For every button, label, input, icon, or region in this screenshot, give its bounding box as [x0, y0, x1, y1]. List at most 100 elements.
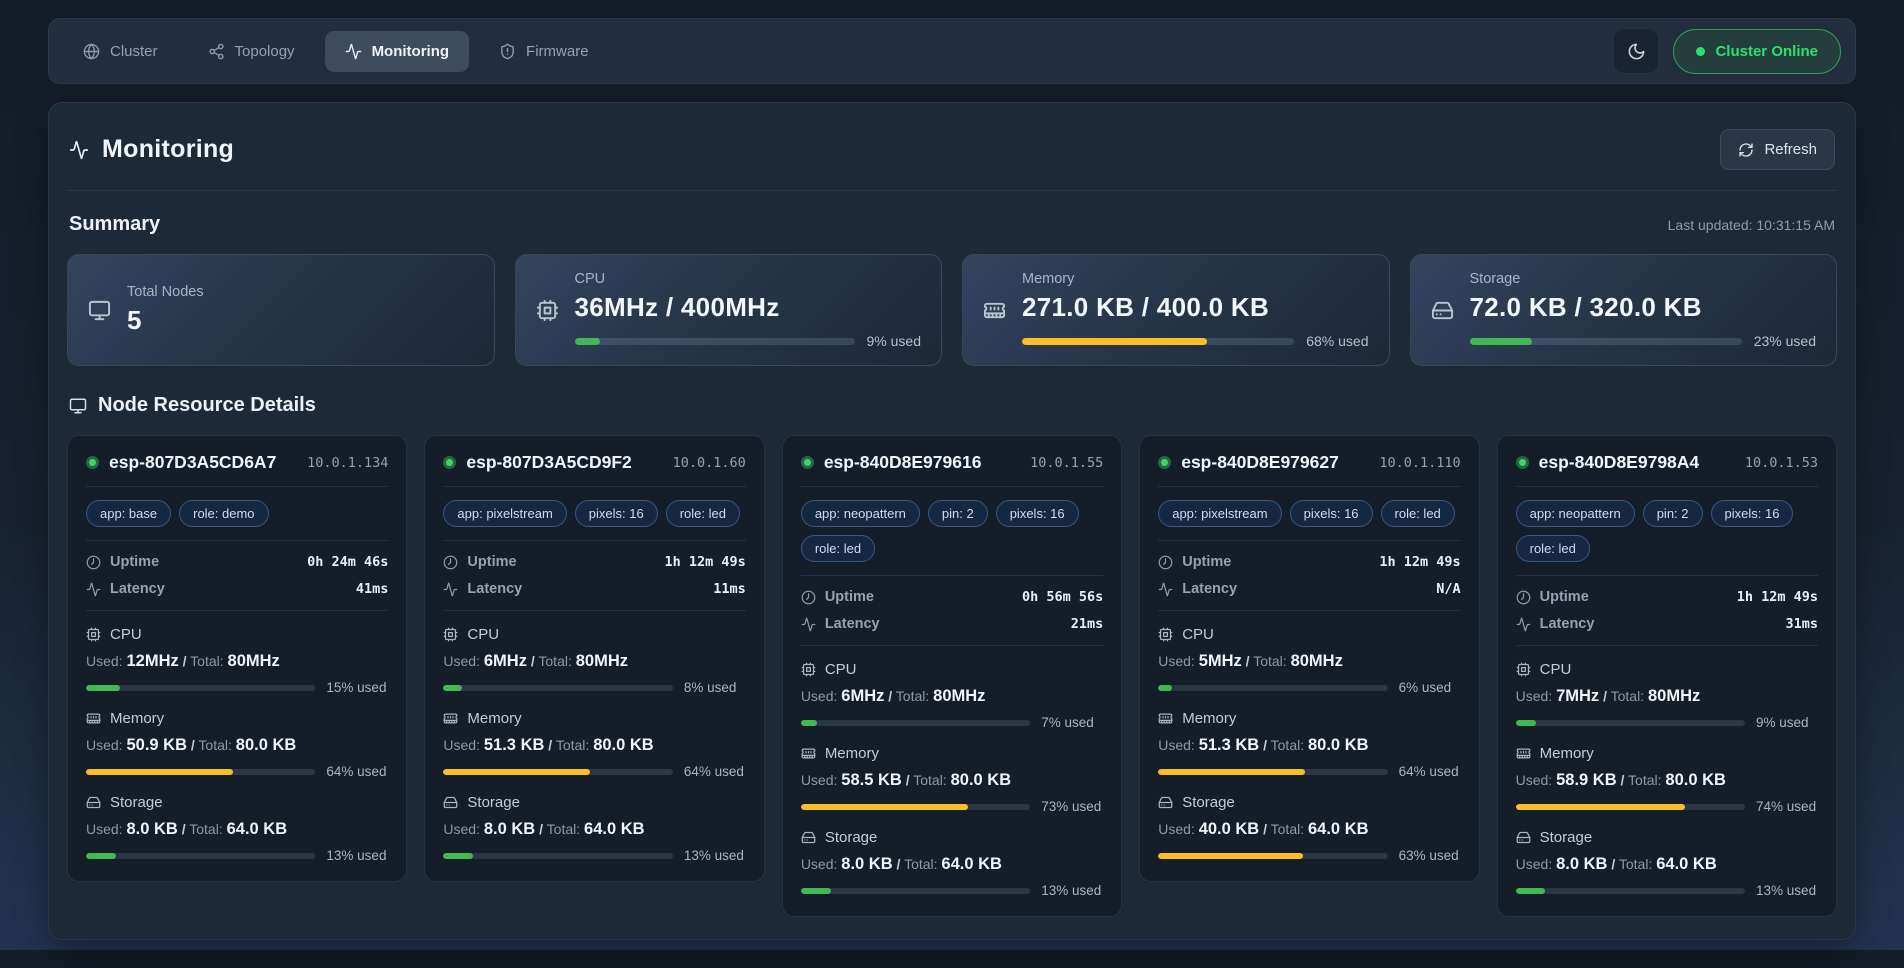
percent-used-label: 7% used	[1041, 715, 1103, 730]
percent-used-label: 9% used	[867, 333, 921, 349]
total-value: 80MHz	[933, 687, 985, 705]
node-ip: 10.0.1.53	[1745, 455, 1818, 471]
percent-used-label: 13% used	[1041, 883, 1103, 898]
theme-toggle-button[interactable]	[1613, 28, 1659, 74]
resource-memory: Memory Used: 58.9 KB / Total: 80.0 KB 74…	[1516, 745, 1818, 814]
latency-row: Latency 31ms	[1516, 616, 1818, 632]
used-value: 6MHz	[484, 652, 527, 670]
node-tag: pixels: 16	[1711, 500, 1794, 527]
node-card-header: esp-807D3A5CD9F2 10.0.1.60	[443, 452, 745, 473]
latency-label: Latency	[825, 616, 880, 632]
total-label: Total:	[556, 737, 589, 753]
summary-card-progress: 9% used	[575, 333, 922, 349]
nav-tab-monitoring[interactable]: Monitoring	[325, 31, 469, 72]
resource-name: CPU	[467, 626, 499, 643]
uptime-value: 1h 12m 49s	[1379, 554, 1460, 570]
progress-fill	[443, 769, 590, 775]
node-card-header: esp-840D8E9798A4 10.0.1.53	[1516, 452, 1818, 473]
node-name: esp-807D3A5CD9F2	[466, 452, 631, 473]
resource-name: Storage	[467, 794, 520, 811]
memory-icon	[983, 299, 1006, 322]
resource-cpu: CPU Used: 12MHz / Total: 80MHz 15% used	[86, 626, 388, 695]
nav-tab-topology[interactable]: Topology	[188, 31, 315, 72]
total-label: Total:	[896, 688, 929, 704]
node-card-header: esp-840D8E979627 10.0.1.110	[1158, 452, 1460, 473]
memory-icon	[801, 746, 816, 761]
total-value: 64.0 KB	[1656, 855, 1717, 873]
resource-memory: Memory Used: 51.3 KB / Total: 80.0 KB 64…	[1158, 710, 1460, 779]
nav-tab-label: Firmware	[526, 43, 589, 60]
uptime-value: 0h 24m 46s	[307, 554, 388, 570]
progress-fill	[1470, 338, 1533, 345]
nav-tab-firmware[interactable]: Firmware	[479, 31, 609, 72]
total-label: Total:	[1611, 688, 1644, 704]
activity-icon	[345, 43, 362, 60]
used-label: Used:	[443, 653, 480, 669]
latency-label: Latency	[467, 581, 522, 597]
percent-used-label: 6% used	[1399, 680, 1461, 695]
percent-used-label: 64% used	[326, 764, 388, 779]
uptime-label: Uptime	[1540, 589, 1589, 605]
activity-icon	[1158, 582, 1173, 597]
percent-used-label: 13% used	[326, 848, 388, 863]
used-value: 58.5 KB	[841, 771, 902, 789]
total-label: Total:	[1628, 772, 1661, 788]
cluster-status-badge[interactable]: Cluster Online	[1673, 29, 1841, 74]
used-label: Used:	[86, 653, 123, 669]
used-value: 50.9 KB	[126, 736, 187, 754]
node-ip: 10.0.1.60	[673, 455, 746, 471]
used-label: Used:	[801, 856, 838, 872]
cpu-icon	[1516, 662, 1531, 677]
node-ip: 10.0.1.134	[307, 455, 388, 471]
cpu-icon	[536, 299, 559, 322]
used-value: 7MHz	[1556, 687, 1599, 705]
resource-storage: Storage Used: 8.0 KB / Total: 64.0 KB 13…	[86, 794, 388, 863]
progress-track	[801, 804, 1030, 810]
storage-icon	[1431, 299, 1454, 322]
node-tag: app: neopattern	[801, 500, 920, 527]
usage-separator: /	[888, 688, 892, 704]
node-online-dot-icon	[1158, 456, 1171, 469]
progress-fill	[1022, 338, 1207, 345]
total-value: 64.0 KB	[1308, 820, 1369, 838]
summary-card-memory: Memory 271.0 KB / 400.0 KB 68% used	[962, 254, 1390, 366]
divider	[443, 486, 745, 487]
total-value: 80.0 KB	[1665, 771, 1726, 789]
used-label: Used:	[801, 688, 838, 704]
node-card: esp-840D8E979627 10.0.1.110 app: pixelst…	[1139, 435, 1479, 882]
node-tag: role: led	[801, 535, 875, 562]
node-grid: esp-807D3A5CD6A7 10.0.1.134 app: baserol…	[67, 435, 1837, 917]
progress-fill	[86, 769, 233, 775]
total-value: 80.0 KB	[1308, 736, 1369, 754]
uptime-label: Uptime	[1182, 554, 1231, 570]
divider	[801, 486, 1103, 487]
node-online-dot-icon	[443, 456, 456, 469]
progress-fill	[801, 888, 831, 894]
storage-icon	[1158, 795, 1173, 810]
summary-card-total-nodes: Total Nodes 5	[67, 254, 495, 366]
usage-separator: /	[1611, 856, 1615, 872]
uptime-value: 0h 56m 56s	[1022, 589, 1103, 605]
total-value: 80MHz	[1648, 687, 1700, 705]
node-stats: Uptime 1h 12m 49s Latency N/A	[1158, 554, 1460, 597]
nav-tab-cluster[interactable]: Cluster	[63, 31, 178, 72]
cluster-status-label: Cluster Online	[1715, 43, 1818, 60]
node-tag: pixels: 16	[575, 500, 658, 527]
used-value: 8.0 KB	[126, 820, 177, 838]
node-card: esp-807D3A5CD6A7 10.0.1.134 app: baserol…	[67, 435, 407, 882]
topology-icon	[208, 43, 225, 60]
progress-fill	[575, 338, 600, 345]
resource-memory: Memory Used: 58.5 KB / Total: 80.0 KB 73…	[801, 745, 1103, 814]
latency-row: Latency 11ms	[443, 581, 745, 597]
usage-separator: /	[1621, 772, 1625, 788]
page-title-text: Monitoring	[102, 135, 234, 164]
progress-track	[1516, 720, 1745, 726]
node-online-dot-icon	[1516, 456, 1529, 469]
total-label: Total:	[198, 737, 231, 753]
refresh-icon	[1738, 142, 1754, 158]
resource-memory: Memory Used: 51.3 KB / Total: 80.0 KB 64…	[443, 710, 745, 779]
summary-card-progress: 68% used	[1022, 333, 1369, 349]
refresh-button[interactable]: Refresh	[1720, 129, 1835, 170]
storage-icon	[1516, 830, 1531, 845]
total-value: 80.0 KB	[593, 736, 654, 754]
